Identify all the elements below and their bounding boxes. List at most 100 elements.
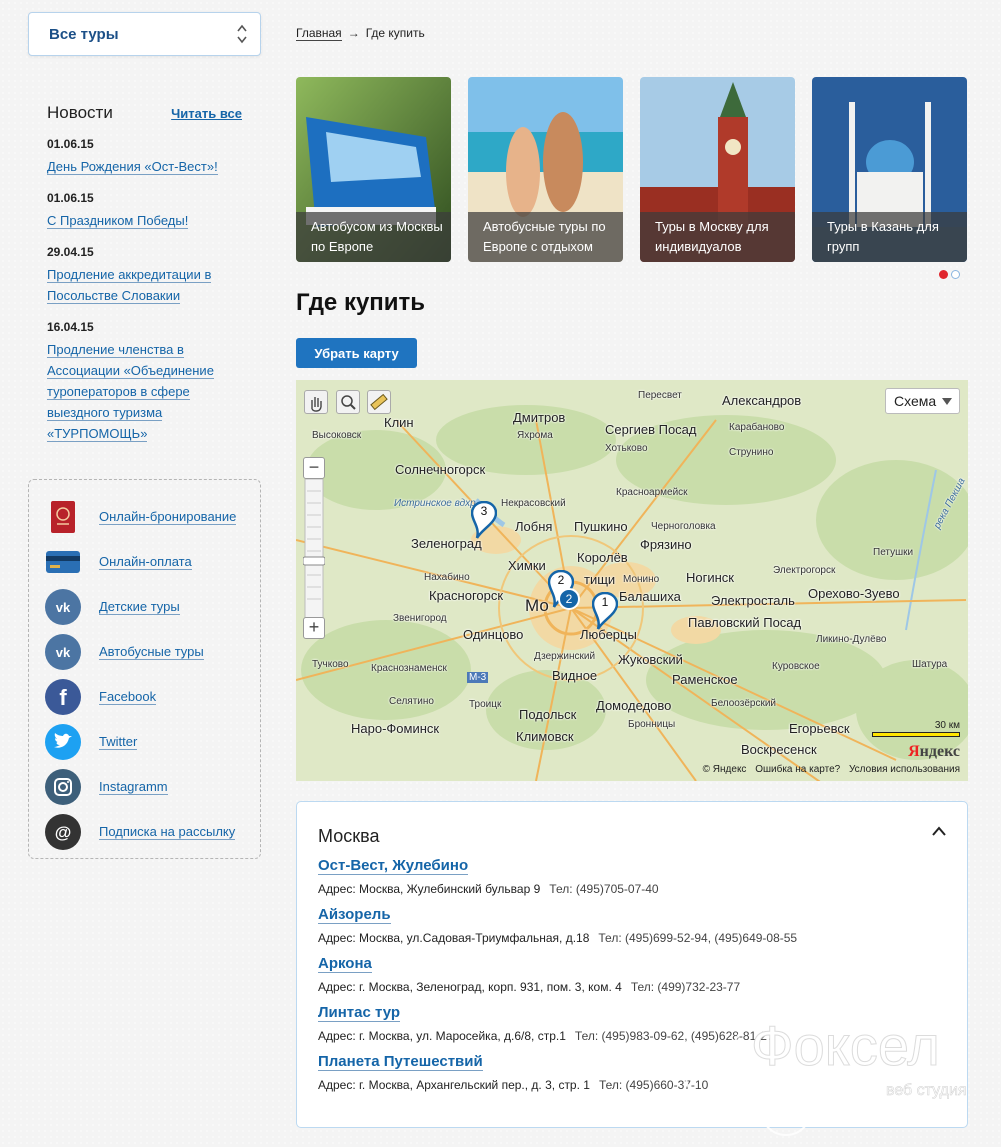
office-name-link[interactable]: Планета Путешествий bbox=[318, 1053, 483, 1071]
promo-tile-bus-europe[interactable]: Автобусом из Москвы по Европе bbox=[296, 77, 451, 262]
office-name-link[interactable]: Ост-Вест, Жулебино bbox=[318, 857, 469, 875]
map-label: Подольск bbox=[519, 707, 577, 722]
zoom-in-button[interactable]: + bbox=[303, 617, 325, 639]
marker-number: 1 bbox=[601, 595, 609, 609]
map-marker[interactable]: 1 bbox=[591, 591, 619, 630]
news-link-text[interactable]: Продление аккредитации в Посольстве Слов… bbox=[47, 267, 212, 304]
link-instagram[interactable]: Instagramm bbox=[45, 764, 260, 809]
promo-caption: Автобусом из Москвы по Европе bbox=[296, 212, 451, 262]
map-label: Климовск bbox=[516, 729, 574, 744]
map-marker[interactable]: 3 bbox=[470, 500, 498, 539]
news-link[interactable]: Продление членства в Ассоциации «Объедин… bbox=[47, 339, 242, 444]
read-all-link[interactable]: Читать все bbox=[171, 106, 242, 121]
promo-caption: Туры в Казань для групп bbox=[812, 212, 967, 262]
magnifier-icon bbox=[341, 395, 356, 410]
twitter-icon bbox=[45, 723, 81, 760]
map-type-select[interactable]: Схема bbox=[885, 388, 960, 414]
breadcrumb-separator: → bbox=[347, 26, 360, 40]
link-online-booking[interactable]: Онлайн-бронирование bbox=[45, 494, 260, 539]
map[interactable]: Пересвет Александров Дмитров Клин Высоко… bbox=[296, 380, 968, 781]
link-label[interactable]: Автобусные туры bbox=[99, 644, 204, 660]
map-terms-link[interactable]: Условия использования bbox=[849, 764, 960, 775]
zoom-slider[interactable] bbox=[303, 479, 325, 619]
map-type-label: Схема bbox=[894, 393, 937, 409]
news-title: Новости bbox=[47, 103, 113, 122]
map-error-link[interactable]: Ошибка на карте? bbox=[755, 764, 840, 775]
yandex-logo-text: Яндекс bbox=[908, 743, 960, 760]
map-ruler-tool[interactable] bbox=[367, 390, 391, 414]
map-label: Красногорск bbox=[429, 588, 504, 603]
map-magnifier-tool[interactable] bbox=[336, 390, 360, 414]
map-label: Хотьково bbox=[605, 443, 648, 454]
map-drag-tool[interactable] bbox=[304, 390, 328, 414]
map-label: Нахабино bbox=[424, 572, 470, 583]
news-link-text[interactable]: С Праздником Победы! bbox=[47, 213, 189, 229]
map-label: Монино bbox=[623, 574, 660, 585]
carousel-dot[interactable] bbox=[951, 270, 960, 279]
watermark-brand: Фоксел bbox=[751, 1014, 940, 1077]
passport-icon bbox=[51, 500, 75, 533]
map-label: Бронницы bbox=[628, 719, 676, 730]
map-label: тищи bbox=[584, 572, 616, 587]
copyright-text: © Яндекс bbox=[702, 764, 747, 775]
map-label: Электросталь bbox=[711, 593, 795, 608]
breadcrumb: Главная → Где купить bbox=[296, 26, 425, 41]
link-online-payment[interactable]: Онлайн-оплата bbox=[45, 539, 260, 584]
link-label[interactable]: Twitter bbox=[99, 734, 138, 750]
news-link[interactable]: Продление аккредитации в Посольстве Слов… bbox=[47, 264, 242, 306]
news-date: 01.06.15 bbox=[47, 137, 94, 151]
news-date: 29.04.15 bbox=[47, 245, 94, 259]
map-label: Белоозёрский bbox=[711, 698, 777, 709]
zoom-out-button[interactable]: − bbox=[303, 457, 325, 479]
link-label[interactable]: Instagramm bbox=[99, 779, 168, 795]
carousel-dot-active[interactable] bbox=[939, 270, 948, 279]
map-label: Павловский Посад bbox=[688, 615, 802, 630]
watermark-sub: веб студия bbox=[886, 1082, 967, 1099]
office-name-link[interactable]: Аркона bbox=[318, 955, 372, 973]
link-label[interactable]: Детские туры bbox=[99, 599, 180, 615]
map-label: Химки bbox=[508, 558, 546, 573]
office-address: Адрес: Москва, ул.Садовая-Триумфальная, … bbox=[318, 931, 590, 945]
map-label: Селятино bbox=[389, 696, 434, 707]
svg-text:vk: vk bbox=[56, 645, 71, 660]
link-newsletter[interactable]: @ Подписка на рассылку bbox=[45, 809, 260, 854]
chevron-up-icon[interactable] bbox=[931, 824, 947, 838]
marker-number: 3 bbox=[480, 504, 488, 518]
link-label[interactable]: Онлайн-бронирование bbox=[99, 509, 237, 525]
link-facebook[interactable]: f Facebook bbox=[45, 674, 260, 719]
promo-tile-bus-beach[interactable]: Автобусные туры по Европе с отдыхом bbox=[468, 77, 623, 262]
breadcrumb-home[interactable]: Главная bbox=[296, 26, 342, 41]
map-cluster-marker[interactable]: 2 bbox=[558, 588, 580, 610]
map-label: Яхрома bbox=[517, 430, 553, 441]
link-bus-tours[interactable]: vk Автобусные туры bbox=[45, 629, 260, 674]
map-label: Лобня bbox=[515, 519, 553, 534]
link-label[interactable]: Онлайн-оплата bbox=[99, 554, 192, 570]
sidebar: Все туры Новости Читать все 01.06.15 Ден… bbox=[28, 12, 261, 859]
link-label[interactable]: Facebook bbox=[99, 689, 157, 705]
office-address: Адрес: г. Москва, Зеленоград, корп. 931,… bbox=[318, 980, 622, 994]
office-name-link[interactable]: Айзорель bbox=[318, 906, 391, 924]
foxel-watermark: Фоксел веб студия bbox=[685, 984, 967, 1136]
map-label: Раменское bbox=[672, 672, 738, 687]
news-link-text[interactable]: Продление членства в Ассоциации «Объедин… bbox=[47, 342, 214, 442]
link-label[interactable]: Подписка на рассылку bbox=[99, 824, 236, 840]
news-link[interactable]: День Рождения «Ост-Вест»! bbox=[47, 156, 242, 177]
link-twitter[interactable]: Twitter bbox=[45, 719, 260, 764]
hide-map-button[interactable]: Убрать карту bbox=[296, 338, 417, 368]
map-label: Звенигород bbox=[393, 613, 447, 624]
news-date: 16.04.15 bbox=[47, 320, 94, 334]
map-label: Красноармейск bbox=[616, 487, 688, 498]
map-label: Королёв bbox=[577, 550, 628, 565]
promo-tile-kazan[interactable]: Туры в Казань для групп bbox=[812, 77, 967, 262]
promo-tile-moscow[interactable]: Туры в Москву для индивидуалов bbox=[640, 77, 795, 262]
office-name-link[interactable]: Линтас тур bbox=[318, 1004, 401, 1022]
link-kids-tours[interactable]: vk Детские туры bbox=[45, 584, 260, 629]
page-title: Где купить bbox=[296, 289, 426, 316]
news-link-text[interactable]: День Рождения «Ост-Вест»! bbox=[47, 159, 218, 175]
map-label: Струнино bbox=[729, 447, 774, 458]
tours-select[interactable]: Все туры bbox=[28, 12, 261, 56]
map-scale-label: 30 км bbox=[934, 720, 960, 731]
map-label: Карабаново bbox=[729, 422, 785, 433]
map-label: Клин bbox=[384, 415, 414, 430]
news-link[interactable]: С Праздником Победы! bbox=[47, 210, 242, 231]
